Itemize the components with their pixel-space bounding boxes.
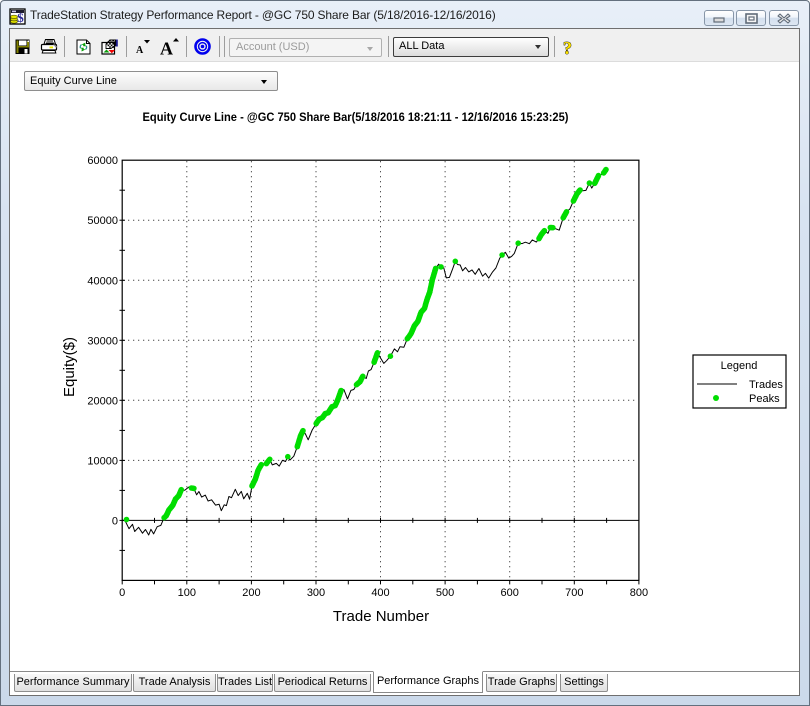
- svg-text:40000: 40000: [87, 275, 118, 287]
- svg-text:30000: 30000: [87, 335, 118, 347]
- svg-text:500: 500: [436, 587, 454, 599]
- svg-text:0: 0: [119, 587, 125, 599]
- svg-text:400: 400: [371, 587, 389, 599]
- svg-text:50000: 50000: [87, 215, 118, 227]
- svg-text:300: 300: [307, 587, 325, 599]
- svg-text:Peaks: Peaks: [749, 393, 780, 405]
- svg-text:20000: 20000: [87, 395, 118, 407]
- svg-text:Equity Curve Line - @GC 750 Sh: Equity Curve Line - @GC 750 Share Bar(5/…: [143, 112, 569, 124]
- svg-text:0: 0: [112, 515, 118, 527]
- svg-text:Trade Number: Trade Number: [333, 608, 429, 625]
- svg-text:600: 600: [501, 587, 519, 599]
- svg-text:Equity($): Equity($): [61, 337, 78, 397]
- svg-text:100: 100: [178, 587, 196, 599]
- svg-text:800: 800: [630, 587, 648, 599]
- svg-text:Trades: Trades: [749, 379, 783, 391]
- svg-text:Legend: Legend: [721, 360, 758, 372]
- svg-text:10000: 10000: [87, 455, 118, 467]
- svg-text:60000: 60000: [87, 155, 118, 167]
- svg-text:200: 200: [242, 587, 260, 599]
- svg-text:700: 700: [565, 587, 583, 599]
